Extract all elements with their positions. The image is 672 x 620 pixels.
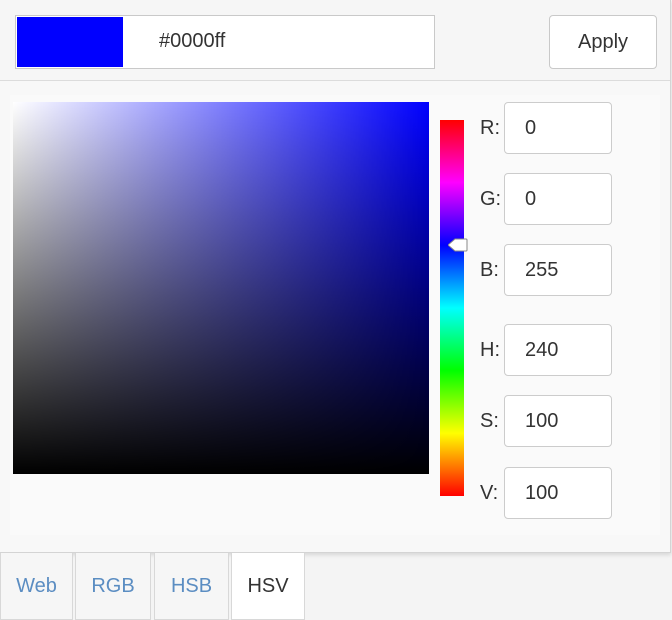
red-input[interactable]: 0	[504, 102, 612, 154]
value-input[interactable]: 100	[504, 467, 612, 519]
apply-button[interactable]: Apply	[549, 15, 657, 69]
saturation-input[interactable]: 100	[504, 395, 612, 447]
hue-slider[interactable]	[440, 120, 464, 496]
current-color-swatch	[17, 17, 123, 67]
hue-label: H:	[480, 339, 500, 361]
tab-rgb[interactable]: RGB	[75, 553, 151, 620]
tab-web[interactable]: Web	[0, 553, 73, 620]
blue-label: B:	[480, 259, 499, 281]
saturation-label: S:	[480, 410, 499, 432]
color-picker-header: #0000ff Apply	[0, 0, 670, 81]
sv-black-layer	[13, 102, 429, 474]
tab-hsv[interactable]: HSV	[231, 553, 305, 620]
hue-slider-handle-icon[interactable]	[448, 238, 468, 252]
green-input[interactable]: 0	[504, 173, 612, 225]
color-picker-panel: #0000ff Apply R: 0 G: 0 B: 255 H: 240 S:…	[0, 0, 671, 553]
blue-input[interactable]: 255	[504, 244, 612, 296]
hue-input[interactable]: 240	[504, 324, 612, 376]
saturation-value-area[interactable]	[13, 102, 429, 474]
red-label: R:	[480, 117, 500, 139]
tab-hsb[interactable]: HSB	[154, 553, 229, 620]
value-label: V:	[480, 482, 499, 504]
color-value-field[interactable]: #0000ff	[15, 15, 435, 69]
green-label: G:	[480, 188, 502, 210]
hex-value[interactable]: #0000ff	[159, 30, 225, 53]
